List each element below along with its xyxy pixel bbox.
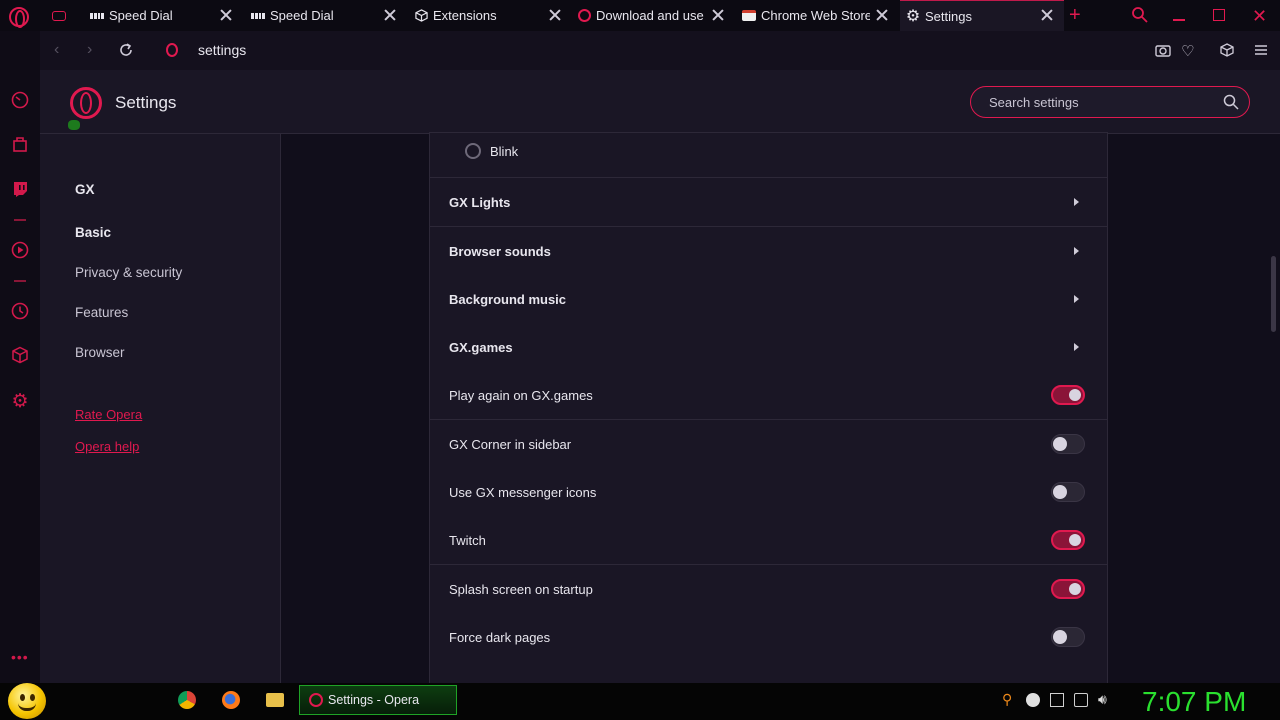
heart-icon[interactable]: ♡	[1181, 42, 1194, 60]
tab-close-icon[interactable]	[1040, 8, 1054, 22]
camera-icon[interactable]	[1155, 43, 1171, 63]
extensions-cube-icon[interactable]	[11, 346, 29, 364]
address-bar: ‹ › settings ♡	[40, 31, 1280, 70]
opera-gx-logo	[70, 87, 102, 119]
row-gx-corner: GX Corner in sidebar	[430, 420, 1107, 468]
tab-extensions[interactable]: Extensions	[414, 0, 544, 31]
row-gx-games[interactable]: GX.games	[430, 323, 1107, 371]
tab-bar: Speed Dial Speed Dial Extensions Downloa…	[0, 0, 1280, 31]
row-play-again: Play again on GX.games	[430, 371, 1107, 419]
grid-icon	[90, 9, 104, 23]
tab-speed-dial-2[interactable]: Speed Dial	[251, 0, 381, 31]
volume-icon[interactable]: 🔊︎	[1098, 691, 1112, 707]
easy-setup-icon[interactable]	[1254, 43, 1268, 62]
chevron-right-icon	[1074, 343, 1079, 351]
search-input[interactable]: Search settings	[970, 86, 1250, 118]
nav-item-browser[interactable]: Browser	[75, 345, 125, 360]
opera-page-icon	[166, 43, 178, 57]
toggle-switch[interactable]	[1051, 627, 1085, 647]
opera-menu-icon[interactable]	[9, 7, 29, 28]
settings-header: Settings Search settings	[40, 70, 1280, 134]
sidebar: ⚙ •••	[0, 31, 40, 683]
toggle-switch[interactable]	[1051, 530, 1085, 550]
row-twitch: Twitch	[430, 516, 1107, 564]
search-icon[interactable]	[1223, 94, 1239, 115]
twitch-icon[interactable]	[11, 180, 29, 198]
search-tabs-icon[interactable]	[1131, 6, 1149, 29]
nav-item-features[interactable]: Features	[75, 305, 128, 320]
restore-icon[interactable]	[1213, 9, 1225, 21]
taskbar-clock[interactable]: 7:07 PM	[1142, 686, 1246, 718]
chrome-icon[interactable]	[178, 691, 196, 709]
page-title: Settings	[115, 93, 177, 112]
player-icon[interactable]	[11, 241, 29, 259]
rate-opera-link[interactable]: Rate Opera	[75, 407, 142, 422]
minimize-icon[interactable]	[1173, 19, 1185, 21]
row-messenger-icons: Use GX messenger icons	[430, 468, 1107, 516]
more-icon[interactable]: •••	[11, 649, 29, 665]
tab-close-icon[interactable]	[219, 8, 233, 22]
back-icon[interactable]: ‹	[54, 41, 59, 59]
opera-icon	[578, 9, 591, 22]
row-browser-sounds[interactable]: Browser sounds	[430, 227, 1107, 275]
tab-close-icon[interactable]	[548, 8, 562, 22]
firefox-icon[interactable]	[222, 691, 240, 709]
tab-speed-dial-1[interactable]: Speed Dial	[52, 0, 242, 31]
settings-content: Blink GX Lights Browser sounds Backgroun…	[281, 132, 1280, 692]
radio-option-blink[interactable]: Blink	[430, 127, 1107, 175]
mouse-cursor-icon	[68, 120, 80, 130]
toggle-switch[interactable]	[1051, 579, 1085, 599]
search-tray-icon[interactable]: ⚲	[1002, 691, 1016, 707]
settings-panel: Blink GX Lights Browser sounds Backgroun…	[429, 132, 1108, 692]
row-gx-lights[interactable]: GX Lights	[430, 178, 1107, 226]
tab-chrome-web-store[interactable]: Chrome Web Store -	[742, 0, 870, 31]
forward-icon[interactable]: ›	[87, 41, 92, 59]
cube-menu-icon[interactable]	[1220, 43, 1234, 62]
reload-icon[interactable]	[118, 42, 134, 63]
nav-item-basic[interactable]: Basic	[75, 225, 111, 240]
row-force-dark: Force dark pages	[430, 613, 1107, 661]
opera-help-link[interactable]: Opera help	[75, 439, 139, 454]
opera-icon	[309, 693, 323, 707]
cube-icon	[414, 9, 428, 23]
row-splash-screen: Splash screen on startup	[430, 565, 1107, 613]
tray-status-icon[interactable]	[1026, 693, 1040, 707]
tab-download-opera[interactable]: Download and use C	[578, 0, 706, 31]
tab-close-icon[interactable]	[711, 8, 725, 22]
new-tab-icon[interactable]: +	[1069, 4, 1081, 27]
tab-close-icon[interactable]	[875, 8, 889, 22]
nav-item-gx[interactable]: GX	[75, 182, 95, 197]
url-field[interactable]: settings	[198, 42, 246, 58]
chevron-right-icon	[1074, 247, 1079, 255]
radio-button[interactable]	[465, 143, 481, 159]
settings-nav: GX Basic Privacy & security Features Bro…	[40, 134, 281, 683]
toggle-switch[interactable]	[1051, 482, 1085, 502]
speedometer-icon[interactable]	[11, 91, 29, 109]
gear-icon: ⚙	[905, 8, 921, 25]
close-window-icon[interactable]: ✕	[1252, 6, 1267, 27]
network-tray-icon[interactable]	[1050, 693, 1064, 707]
toggle-switch[interactable]	[1051, 385, 1085, 405]
bag-icon[interactable]	[11, 135, 29, 153]
grid-icon	[251, 9, 265, 23]
settings-gear-icon[interactable]: ⚙	[11, 391, 29, 412]
search-placeholder: Search settings	[989, 95, 1079, 110]
chevron-right-icon	[1074, 295, 1079, 303]
history-icon[interactable]	[11, 302, 29, 320]
row-background-music[interactable]: Background music	[430, 275, 1107, 323]
sidebar-divider	[14, 280, 26, 282]
start-smiley-icon[interactable]	[8, 683, 46, 719]
taskbar: Settings - Opera ⚲ 🔊︎ 7:07 PM	[0, 683, 1280, 720]
chevron-right-icon	[1074, 198, 1079, 206]
nav-item-privacy[interactable]: Privacy & security	[75, 265, 182, 280]
toggle-switch[interactable]	[1051, 434, 1085, 454]
scrollbar-thumb[interactable]	[1271, 256, 1276, 332]
tab-close-icon[interactable]	[383, 8, 397, 22]
gamepad-icon	[52, 10, 66, 21]
sidebar-divider	[14, 219, 26, 221]
store-icon	[742, 10, 756, 21]
folder-icon[interactable]	[266, 693, 284, 707]
taskbar-opera-window[interactable]: Settings - Opera	[299, 685, 457, 715]
window-tray-icon[interactable]	[1074, 693, 1088, 707]
